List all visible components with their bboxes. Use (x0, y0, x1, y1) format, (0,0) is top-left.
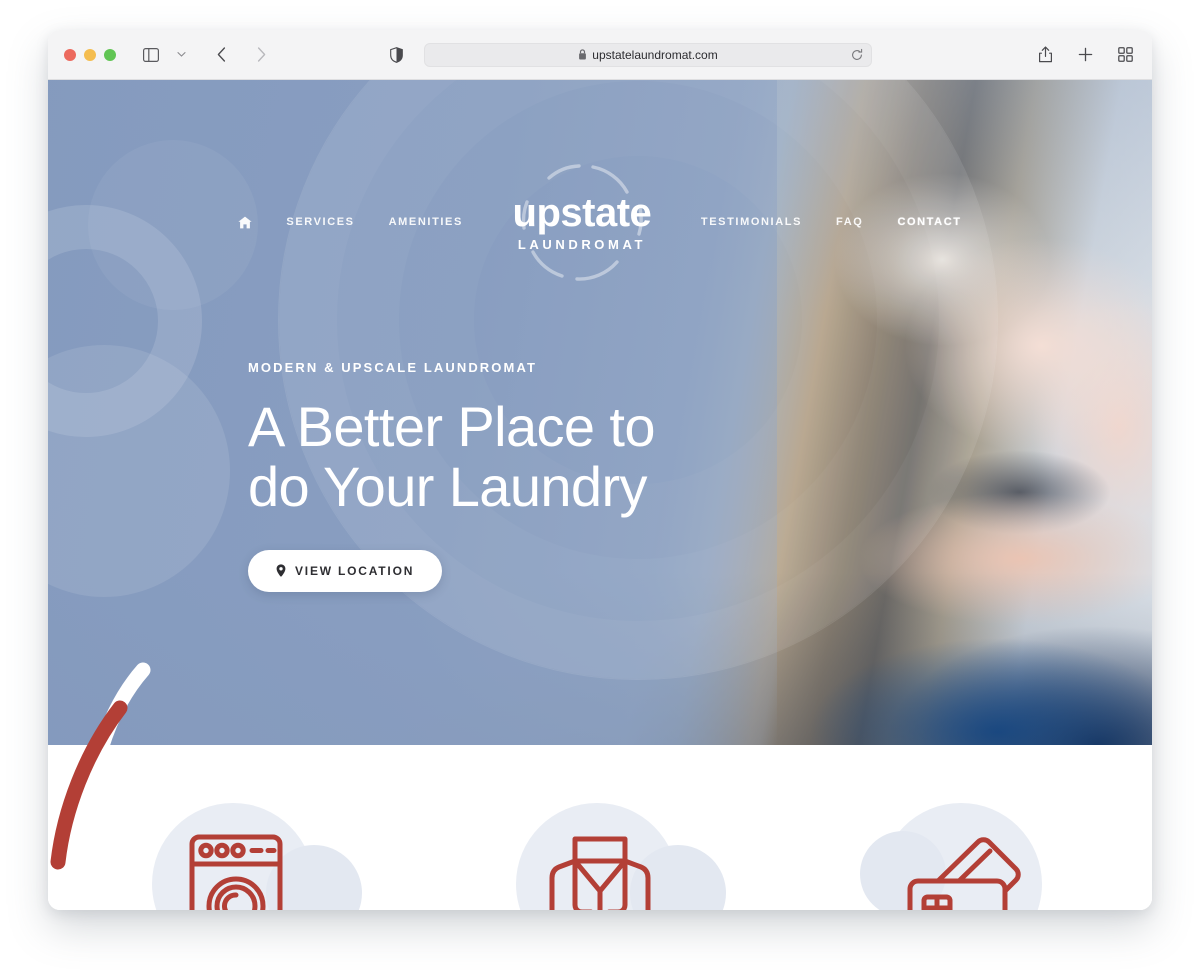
back-button[interactable] (208, 42, 234, 68)
screenshot-stage: upstatelaundromat.com SERVICES AMENITIES… (0, 0, 1200, 972)
hero-section: SERVICES AMENITIES upstate LAUNDROMAT TE… (48, 80, 1152, 745)
zoom-window-button[interactable] (104, 48, 116, 61)
credit-cards-icon (907, 837, 1021, 910)
browser-window: upstatelaundromat.com SERVICES AMENITIES… (48, 30, 1152, 910)
browser-toolbar: upstatelaundromat.com (48, 30, 1152, 80)
service-item-wash[interactable] (146, 803, 362, 910)
hero-headline: A Better Place to do Your Laundry (248, 395, 656, 519)
nav-home-icon[interactable] (238, 216, 252, 229)
nav-item-contact[interactable]: CONTACT (897, 216, 961, 228)
washing-machine-icon (189, 834, 283, 910)
privacy-shield-icon[interactable] (390, 46, 403, 63)
address-bar-url: upstatelaundromat.com (592, 47, 718, 62)
view-location-button[interactable]: VIEW LOCATION (248, 549, 443, 592)
address-bar[interactable]: upstatelaundromat.com (424, 42, 872, 67)
nav-item-services[interactable]: SERVICES (286, 216, 354, 228)
tab-overview-icon[interactable] (1112, 42, 1138, 68)
main-navigation: SERVICES AMENITIES upstate LAUNDROMAT TE… (238, 80, 961, 288)
toolbar-right-controls (1032, 42, 1138, 68)
services-section (48, 745, 1152, 910)
minimize-window-button[interactable] (84, 48, 96, 61)
nav-item-testimonials[interactable]: TESTIMONIALS (701, 216, 802, 228)
nav-item-faq[interactable]: FAQ (836, 216, 863, 228)
sidebar-toggle-icon[interactable] (138, 42, 164, 68)
share-icon[interactable] (1032, 42, 1058, 68)
nav-right-group: TESTIMONIALS FAQ CONTACT (701, 216, 962, 228)
window-traffic-lights (64, 48, 116, 61)
service-item-fold[interactable] (510, 803, 726, 910)
new-tab-icon[interactable] (1072, 42, 1098, 68)
view-location-label: VIEW LOCATION (295, 563, 415, 578)
site-logo[interactable]: upstate LAUNDROMAT (497, 156, 667, 288)
location-pin-icon (276, 564, 286, 578)
nav-item-amenities[interactable]: AMENITIES (389, 216, 463, 228)
site-header: SERVICES AMENITIES upstate LAUNDROMAT TE… (48, 80, 1152, 281)
lock-icon (578, 49, 587, 60)
service-icon-row (48, 803, 1152, 910)
service-item-payment[interactable] (860, 803, 1054, 910)
page-viewport: SERVICES AMENITIES upstate LAUNDROMAT TE… (48, 80, 1152, 910)
forward-button[interactable] (248, 42, 274, 68)
toolbar-left-controls (138, 42, 274, 68)
logo-wordmark: upstate (512, 190, 652, 235)
close-window-button[interactable] (64, 48, 76, 61)
sidebar-chevron-down-icon[interactable] (168, 42, 194, 68)
reload-icon[interactable] (851, 48, 863, 61)
hero-eyebrow: MODERN & UPSCALE LAUNDROMAT (248, 360, 538, 375)
nav-left-group: SERVICES AMENITIES (238, 216, 463, 229)
hero-content: MODERN & UPSCALE LAUNDROMAT A Better Pla… (248, 360, 656, 592)
logo-subtitle: LAUNDROMAT (517, 236, 647, 252)
folded-shirt-icon (549, 836, 651, 910)
